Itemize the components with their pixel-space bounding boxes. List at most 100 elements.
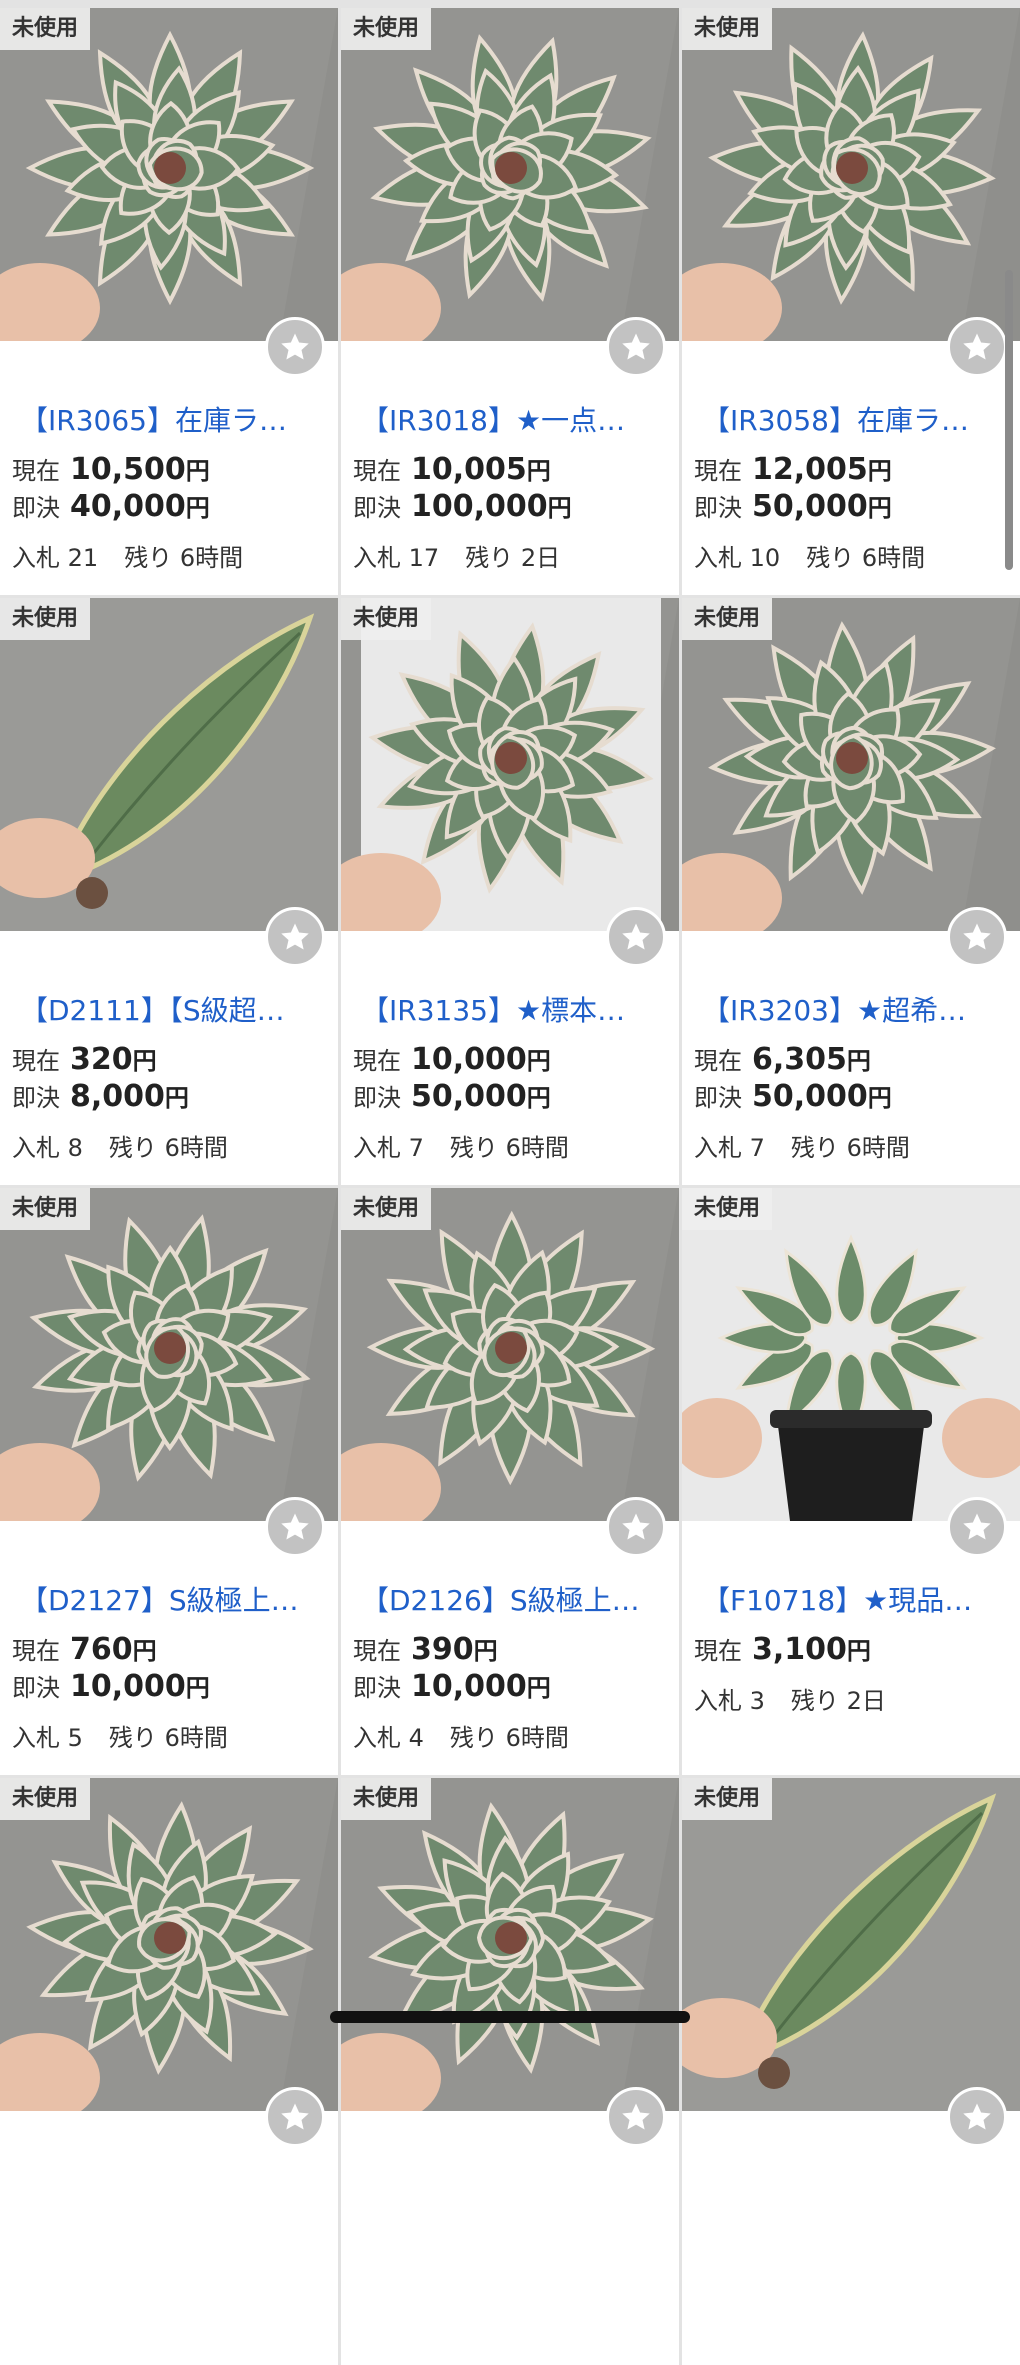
buynow-price: 10,000: [70, 1669, 186, 1704]
bid-info-row: 入札 7 残り 6時間: [694, 1128, 910, 1163]
listing-title[interactable]: 【IR3065】在庫ラ…: [20, 403, 325, 439]
yen-unit: 円: [867, 457, 892, 485]
condition-badge: 未使用: [682, 1778, 773, 1820]
buynow-price-label: 即決: [694, 1084, 742, 1112]
product-image[interactable]: [341, 8, 679, 341]
current-price: 10,005: [411, 452, 527, 487]
product-image[interactable]: [0, 1778, 338, 2111]
star-icon: [278, 1510, 312, 1544]
listing-card[interactable]: 未使用 【F10718】★現品… 現在 3,100円 入札 3 残り 2日: [682, 1188, 1020, 1775]
listing-title[interactable]: 【IR3018】★一点…: [361, 403, 666, 439]
buynow-price: 8,000: [70, 1079, 165, 1114]
home-indicator[interactable]: [330, 2011, 690, 2023]
listing-title[interactable]: 【IR3135】★標本…: [361, 993, 666, 1029]
current-price: 6,305: [752, 1042, 847, 1077]
time-remaining: 6時間: [505, 1134, 569, 1162]
favorite-button[interactable]: [606, 1497, 666, 1557]
product-image[interactable]: [0, 1188, 338, 1521]
favorite-button[interactable]: [947, 1497, 1007, 1557]
star-icon: [619, 2100, 653, 2134]
listing-title[interactable]: 【D2126】S級極上…: [361, 1583, 666, 1619]
bids-label: 入札: [12, 1724, 60, 1752]
listing-card[interactable]: 未使用 【D2126】S級極上… 現在 390円 即決 10,000円 入札 4 残り 6時間: [341, 1188, 679, 1775]
listing-title[interactable]: 【D2111】【S級超…: [20, 993, 325, 1029]
product-image[interactable]: [341, 1778, 679, 2111]
favorite-button[interactable]: [947, 907, 1007, 967]
favorite-button[interactable]: [947, 317, 1007, 377]
listing-card[interactable]: 未使用 【IR3018】★一点… 現在 10,005円 即決 100,000円 入札 17 残…: [341, 8, 679, 595]
current-price-label: 現在: [694, 457, 742, 485]
remaining-label: 残り: [449, 1724, 498, 1752]
listing-card[interactable]: 未使用 【D2111】【S級超… 現在 320円 即決 8,000円 入札 8 残り 6時間: [0, 598, 338, 1185]
yen-unit: 円: [164, 1084, 189, 1112]
buynow-price-row: 即決 50,000円: [694, 488, 892, 524]
condition-badge: 未使用: [682, 598, 773, 640]
listing-card[interactable]: 未使用 【D2127】S級極上… 現在 760円 即決 10,000円 入札 5 残り 6時間: [0, 1188, 338, 1775]
buynow-price-row: 即決 50,000円: [694, 1078, 892, 1114]
bid-count: 7: [408, 1134, 424, 1162]
bid-count: 10: [749, 544, 781, 572]
bid-info-row: 入札 17 残り 2日: [353, 538, 560, 573]
current-price: 10,000: [411, 1042, 527, 1077]
favorite-button[interactable]: [606, 2087, 666, 2147]
current-price-row: 現在 10,000円: [353, 1041, 551, 1077]
listing-card[interactable]: 未使用 【IR3058】在庫ラ… 現在 12,005円 即決 50,000円 入札 10 残り…: [682, 8, 1020, 595]
current-price-row: 現在 6,305円: [694, 1041, 871, 1077]
product-image[interactable]: [682, 598, 1020, 931]
star-icon: [619, 1510, 653, 1544]
listing-card[interactable]: 未使用: [0, 1778, 338, 2365]
listing-title[interactable]: 【IR3058】在庫ラ…: [702, 403, 1007, 439]
current-price-row: 現在 10,500円: [12, 451, 210, 487]
bid-count: 8: [67, 1134, 83, 1162]
listing-title[interactable]: 【D2127】S級極上…: [20, 1583, 325, 1619]
product-image[interactable]: [0, 8, 338, 341]
bids-label: 入札: [694, 1134, 742, 1162]
favorite-button[interactable]: [606, 317, 666, 377]
product-image[interactable]: [682, 8, 1020, 341]
bid-count: 7: [749, 1134, 765, 1162]
buynow-price-label: 即決: [353, 494, 401, 522]
time-remaining: 6時間: [164, 1134, 228, 1162]
time-remaining: 6時間: [505, 1724, 569, 1752]
bids-label: 入札: [694, 1687, 742, 1715]
buynow-price-row: 即決 10,000円: [353, 1668, 551, 1704]
favorite-button[interactable]: [265, 1497, 325, 1557]
favorite-button[interactable]: [606, 907, 666, 967]
star-icon: [278, 2100, 312, 2134]
bids-label: 入札: [353, 544, 401, 572]
product-image[interactable]: [341, 1188, 679, 1521]
yen-unit: 円: [867, 494, 892, 522]
current-price-row: 現在 760円: [12, 1631, 157, 1667]
buynow-price-label: 即決: [12, 494, 60, 522]
bid-info-row: 入札 3 残り 2日: [694, 1681, 886, 1716]
favorite-button[interactable]: [265, 907, 325, 967]
yen-unit: 円: [185, 494, 210, 522]
buynow-price: 50,000: [752, 1079, 868, 1114]
listing-card[interactable]: 未使用 【IR3135】★標本… 現在 10,000円 即決 50,000円 入札 7 残り …: [341, 598, 679, 1185]
current-price-row: 現在 390円: [353, 1631, 498, 1667]
product-image[interactable]: [682, 1188, 1020, 1521]
favorite-button[interactable]: [947, 2087, 1007, 2147]
listing-title[interactable]: 【F10718】★現品…: [702, 1583, 1007, 1619]
listing-card[interactable]: 未使用: [341, 1778, 679, 2365]
bids-label: 入札: [12, 1134, 60, 1162]
favorite-button[interactable]: [265, 2087, 325, 2147]
listing-title[interactable]: 【IR3203】★超希…: [702, 993, 1007, 1029]
remaining-label: 残り: [790, 1687, 839, 1715]
bids-label: 入札: [12, 544, 60, 572]
product-image[interactable]: [682, 1778, 1020, 2111]
product-image[interactable]: [0, 598, 338, 931]
product-image[interactable]: [341, 598, 679, 931]
scrollbar[interactable]: [1005, 270, 1013, 570]
current-price-row: 現在 320円: [12, 1041, 157, 1077]
time-remaining: 6時間: [846, 1134, 910, 1162]
favorite-button[interactable]: [265, 317, 325, 377]
yen-unit: 円: [526, 1084, 551, 1112]
listing-card[interactable]: 未使用 【IR3065】在庫ラ… 現在 10,500円 即決 40,000円 入札 21 残り…: [0, 8, 338, 595]
time-remaining: 6時間: [179, 544, 244, 572]
bids-label: 入札: [353, 1134, 401, 1162]
current-price-label: 現在: [12, 1637, 60, 1665]
buynow-price: 50,000: [752, 489, 868, 524]
listing-card[interactable]: 未使用 【IR3203】★超希… 現在 6,305円 即決 50,000円 入札 7 残り 6…: [682, 598, 1020, 1185]
listing-card[interactable]: 未使用: [682, 1778, 1020, 2365]
